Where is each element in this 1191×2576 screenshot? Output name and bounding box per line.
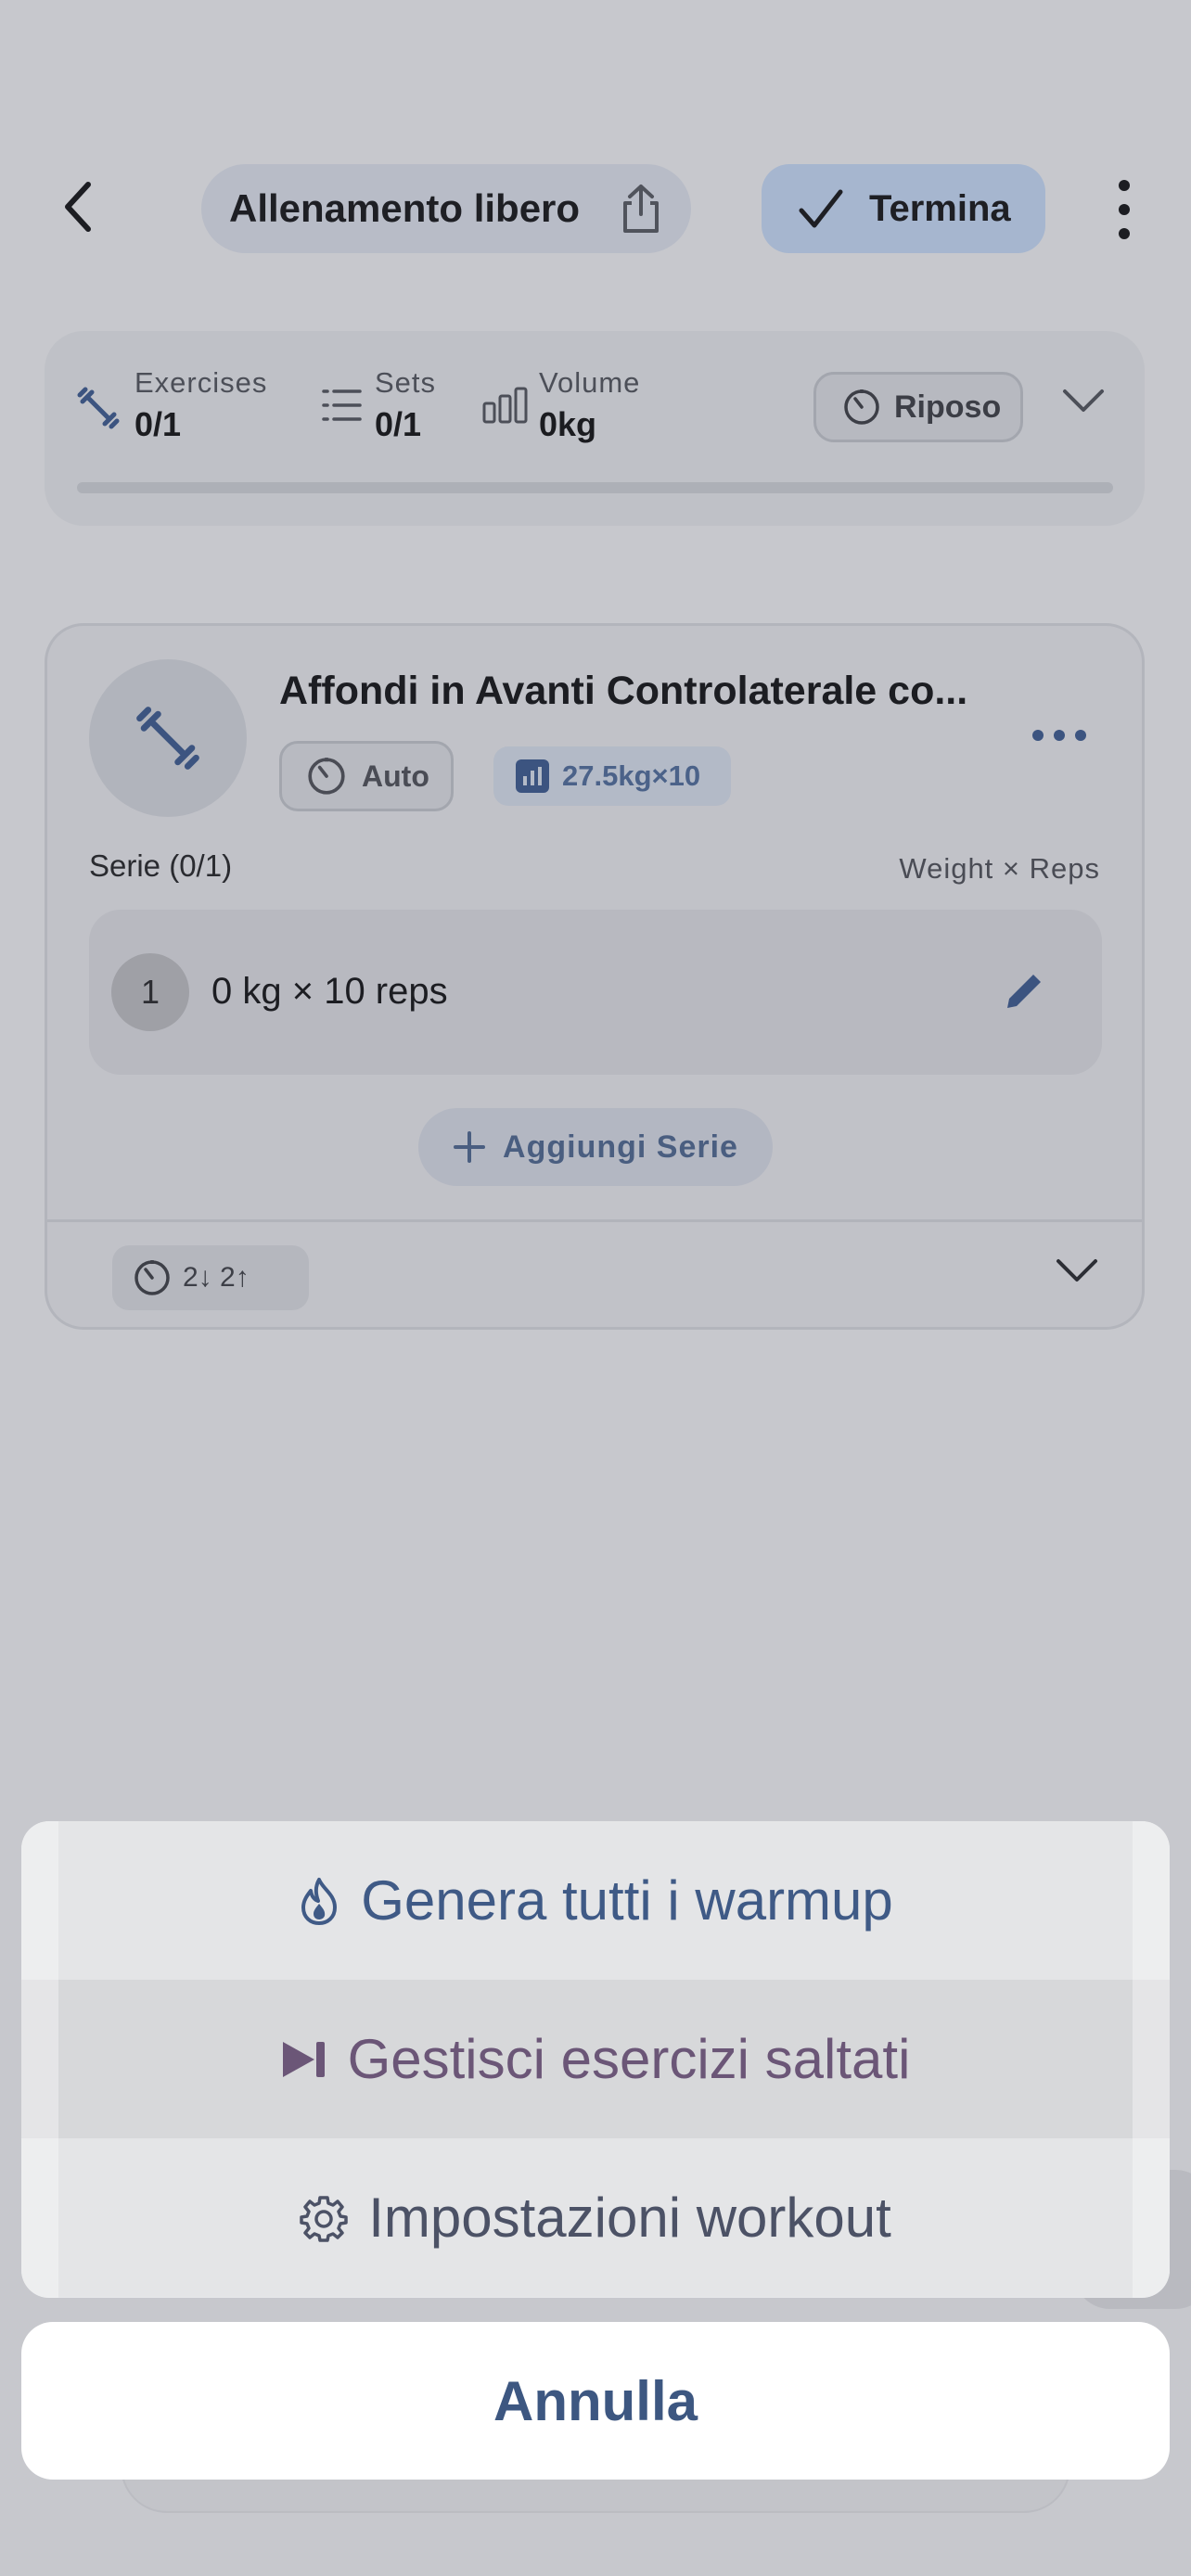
action-workout-settings-label: Impostazioni workout xyxy=(368,2187,891,2249)
timer-icon xyxy=(133,1258,172,1297)
sheet-edge-left xyxy=(21,1821,58,2298)
dumbbell-icon xyxy=(77,387,120,429)
cancel-button[interactable]: Annulla xyxy=(21,2322,1170,2480)
timer-icon xyxy=(306,756,347,797)
timer-icon xyxy=(842,388,881,427)
previous-performance-label: 27.5kg×10 xyxy=(562,759,701,792)
back-button[interactable] xyxy=(46,174,111,239)
bar-chart-icon xyxy=(482,387,529,424)
cancel-label: Annulla xyxy=(493,2369,698,2432)
sheet-edge-right xyxy=(1133,1821,1170,2298)
skip-forward-icon xyxy=(281,2040,327,2079)
plus-icon xyxy=(453,1130,486,1164)
exercise-timer-chip[interactable]: Auto xyxy=(279,741,454,811)
flame-icon xyxy=(298,1876,340,1926)
stat-sets-label: Sets xyxy=(375,366,437,399)
pencil-icon[interactable] xyxy=(1000,967,1048,1015)
set-values: 0 kg × 10 reps xyxy=(211,971,448,1012)
workout-title-pill[interactable]: Allenamento libero xyxy=(201,164,691,253)
chevron-down-icon[interactable] xyxy=(1055,1256,1099,1284)
stat-exercises-label: Exercises xyxy=(134,366,268,399)
exercise-avatar xyxy=(89,659,247,817)
finish-workout-button[interactable]: Termina xyxy=(762,164,1045,253)
checkmark-icon xyxy=(799,188,843,229)
action-generate-warmups-label: Genera tutti i warmup xyxy=(361,1869,893,1932)
action-workout-settings[interactable]: Impostazioni workout xyxy=(21,2138,1170,2297)
rest-label: Riposo xyxy=(894,389,1002,425)
more-vertical-icon[interactable] xyxy=(1104,176,1145,243)
add-set-label: Aggiungi Serie xyxy=(503,1129,738,1165)
workout-stats-card: Exercises 0/1 Sets 0/1 Volume 0kg Riposo xyxy=(45,331,1145,526)
add-set-button[interactable]: Aggiungi Serie xyxy=(418,1108,773,1186)
stat-volume-value: 0kg xyxy=(539,405,597,443)
stat-volume-label: Volume xyxy=(539,366,641,399)
stat-exercises-value: 0/1 xyxy=(134,405,182,443)
chevron-down-icon[interactable] xyxy=(1061,387,1106,414)
action-generate-warmups[interactable]: Genera tutti i warmup xyxy=(21,1821,1170,1980)
stat-volume: Volume 0kg xyxy=(539,366,640,444)
dumbbell-icon xyxy=(135,706,200,771)
exercise-card: Affondi in Avanti Controlaterale co... A… xyxy=(45,623,1145,1330)
action-manage-skipped-label: Gestisci esercizi saltati xyxy=(347,2028,911,2090)
stat-sets: Sets 0/1 xyxy=(375,366,436,444)
list-icon xyxy=(321,387,362,424)
rest-timer-button[interactable]: Riposo xyxy=(813,372,1023,442)
gear-icon xyxy=(300,2194,348,2242)
exercise-name[interactable]: Affondi in Avanti Controlaterale co... xyxy=(279,669,1058,714)
stats-icon xyxy=(516,759,549,793)
finish-label: Termina xyxy=(869,187,1011,229)
divider xyxy=(47,1219,1142,1222)
rest-summary-chip[interactable]: 2↓ 2↑ xyxy=(112,1245,309,1310)
series-count-label: Serie (0/1) xyxy=(89,848,233,883)
stat-sets-value: 0/1 xyxy=(375,405,422,443)
set-row[interactable]: 1 0 kg × 10 reps xyxy=(89,910,1102,1075)
workout-progress-bar xyxy=(77,482,1113,493)
previous-performance-chip[interactable]: 27.5kg×10 xyxy=(493,746,731,806)
action-sheet: Genera tutti i warmup Gestisci esercizi … xyxy=(21,1821,1170,2298)
set-number: 1 xyxy=(111,953,189,1031)
rest-summary-text: 2↓ 2↑ xyxy=(183,1262,250,1293)
timer-chip-label: Auto xyxy=(362,759,429,793)
columns-label: Weight × Reps xyxy=(899,852,1100,885)
share-icon[interactable] xyxy=(619,183,663,235)
more-horizontal-icon[interactable] xyxy=(1031,728,1088,743)
stat-exercises: Exercises 0/1 xyxy=(134,366,267,444)
workout-title: Allenamento libero xyxy=(229,186,581,230)
action-manage-skipped[interactable]: Gestisci esercizi saltati xyxy=(21,1980,1170,2138)
